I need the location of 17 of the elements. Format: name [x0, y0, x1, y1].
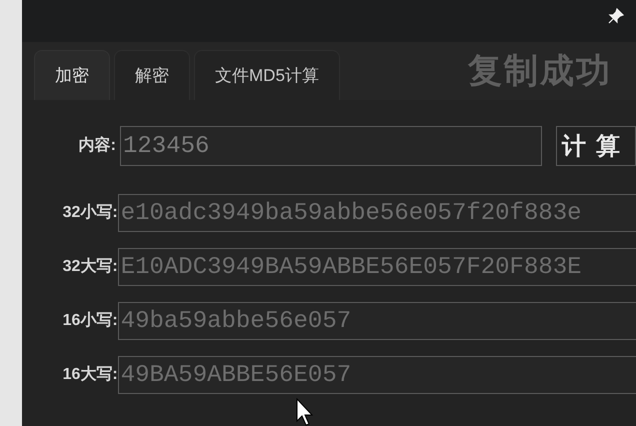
cursor-icon [296, 398, 314, 426]
status-message: 复制成功 [468, 50, 612, 92]
pin-icon[interactable] [608, 8, 624, 24]
result-field[interactable]: e10adc3949ba59abbe56e057f20f883e [118, 194, 636, 232]
result-field[interactable]: 49BA59ABBE56E057 [118, 356, 636, 394]
result-field[interactable]: 49ba59abbe56e057 [118, 302, 636, 340]
content-label: 内容: [78, 135, 117, 156]
tab[interactable]: 加密 [34, 50, 110, 100]
result-label: 16大写: [62, 364, 118, 385]
tab[interactable]: 解密 [114, 50, 190, 100]
result-label: 16小写: [62, 310, 118, 331]
tab[interactable]: 文件MD5计算 [194, 50, 340, 100]
result-label: 32大写: [62, 256, 118, 277]
content-input[interactable]: 123456 [120, 126, 542, 166]
calculate-button[interactable]: 计算 [556, 126, 636, 166]
result-field[interactable]: E10ADC3949BA59ABBE56E057F20F883E [118, 248, 636, 286]
result-label: 32小写: [62, 202, 118, 223]
